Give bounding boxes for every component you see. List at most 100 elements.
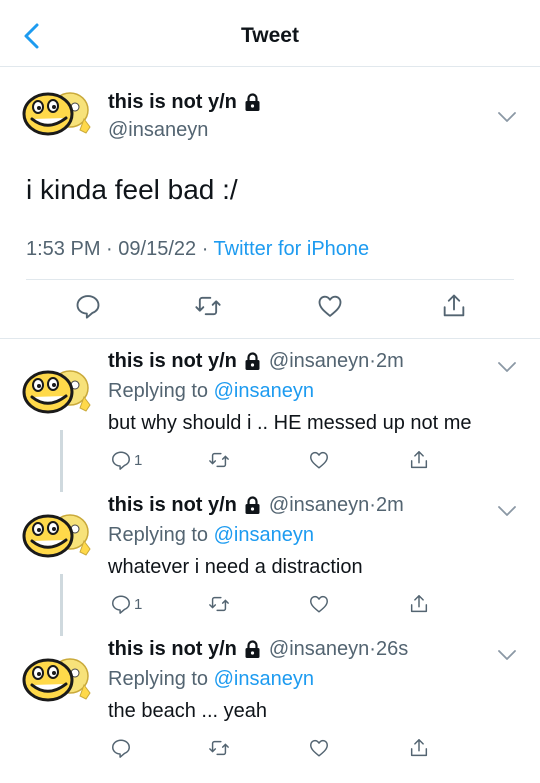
reply-tweet[interactable]: this is not y/n @insaneyn · 2m Replying … xyxy=(0,494,540,639)
tweet-time: 1:53 PM xyxy=(26,238,101,260)
share-button[interactable] xyxy=(408,448,430,472)
more-options-button[interactable] xyxy=(497,360,517,374)
tweet-text: whatever i need a distraction xyxy=(108,556,363,578)
tweet-date: 09/15/22 xyxy=(118,238,197,260)
reply-button[interactable] xyxy=(110,736,134,760)
retweet-icon xyxy=(195,296,221,316)
display-name[interactable]: this is not y/n xyxy=(108,91,237,114)
thread-line xyxy=(60,574,63,636)
tweet-source[interactable]: Twitter for iPhone xyxy=(214,238,370,260)
reply-button[interactable] xyxy=(74,292,102,320)
lock-icon xyxy=(245,496,260,514)
meta-separator: · xyxy=(106,238,119,260)
tweet-text: but why should i .. HE messed up not me xyxy=(108,412,472,434)
tweet-meta: 1:53 PM · 09/15/22 · Twitter for iPhone xyxy=(26,238,369,261)
replying-to: Replying to @insaneyn xyxy=(108,380,314,403)
share-icon xyxy=(443,294,465,317)
share-icon xyxy=(410,739,428,757)
retweet-button[interactable] xyxy=(208,448,230,472)
tweet-text: i kinda feel bad :/ xyxy=(26,174,238,205)
page-title: Tweet xyxy=(241,24,299,47)
author-row: this is not y/n @insaneyn · 2m xyxy=(108,350,404,373)
like-icon xyxy=(310,451,328,469)
chevron-down-icon xyxy=(498,506,516,516)
display-name[interactable]: this is not y/n xyxy=(108,638,237,661)
emoji-avatar-icon xyxy=(22,658,91,702)
like-button[interactable] xyxy=(308,592,330,616)
tweet-text: the beach ... yeah xyxy=(108,700,268,722)
retweet-button[interactable] xyxy=(208,736,230,760)
top-bar: Tweet xyxy=(0,0,540,67)
replying-label: Replying to xyxy=(108,380,209,402)
like-icon xyxy=(310,595,328,613)
replying-to: Replying to @insaneyn xyxy=(108,668,314,691)
time-separator: · xyxy=(369,350,376,372)
display-name[interactable]: this is not y/n xyxy=(108,494,237,517)
like-icon xyxy=(318,295,342,317)
tweet-time: 2m xyxy=(375,350,404,372)
time-separator: · xyxy=(369,494,376,516)
retweet-button[interactable] xyxy=(194,292,222,320)
avatar[interactable] xyxy=(22,364,96,420)
chevron-down-icon xyxy=(498,362,516,372)
reply-button[interactable]: 1 xyxy=(110,592,142,616)
like-button[interactable] xyxy=(308,736,330,760)
more-options-button[interactable] xyxy=(497,504,517,518)
author-row: this is not y/n @insaneyn · 2m xyxy=(108,494,404,517)
share-icon xyxy=(410,451,428,469)
reply-count: 1 xyxy=(134,595,143,613)
mention-link[interactable]: @insaneyn xyxy=(214,668,314,690)
more-options-button[interactable] xyxy=(497,110,517,124)
handle[interactable]: @insaneyn xyxy=(269,638,369,661)
chevron-down-icon xyxy=(498,112,516,122)
tweet-time: 2m xyxy=(375,494,404,516)
divider xyxy=(26,279,514,280)
lock-icon xyxy=(245,352,260,370)
emoji-avatar-icon xyxy=(22,514,91,558)
handle[interactable]: @insaneyn xyxy=(108,119,208,142)
like-button[interactable] xyxy=(316,292,344,320)
avatar[interactable] xyxy=(22,86,96,142)
reply-tweet[interactable]: this is not y/n @insaneyn · 2m Replying … xyxy=(0,350,540,495)
reply-button[interactable]: 1 xyxy=(110,448,142,472)
mention-link[interactable]: @insaneyn xyxy=(214,524,314,546)
retweet-icon xyxy=(209,452,229,468)
share-button[interactable] xyxy=(408,592,430,616)
tweet-time: 26s xyxy=(375,638,409,660)
chevron-down-icon xyxy=(498,650,516,660)
reply-icon xyxy=(112,595,130,614)
replying-label: Replying to xyxy=(108,668,209,690)
mention-link[interactable]: @insaneyn xyxy=(214,380,314,402)
reply-icon xyxy=(76,295,100,319)
thread-line xyxy=(60,430,63,492)
lock-icon xyxy=(245,93,260,111)
share-icon xyxy=(410,595,428,613)
lock-icon xyxy=(245,640,260,658)
main-tweet: this is not y/n @insaneyn i kinda feel b… xyxy=(0,66,540,339)
emoji-avatar-icon xyxy=(22,370,91,414)
retweet-icon xyxy=(209,740,229,756)
time-separator: · xyxy=(369,638,376,660)
handle[interactable]: @insaneyn xyxy=(269,494,369,517)
like-button[interactable] xyxy=(308,448,330,472)
replying-label: Replying to xyxy=(108,524,209,546)
avatar[interactable] xyxy=(22,508,96,564)
retweet-icon xyxy=(209,596,229,612)
reply-tweet[interactable]: this is not y/n @insaneyn · 26s Replying… xyxy=(0,638,540,783)
share-button[interactable] xyxy=(408,736,430,760)
retweet-button[interactable] xyxy=(208,592,230,616)
display-name[interactable]: this is not y/n xyxy=(108,350,237,373)
reply-icon xyxy=(112,451,130,470)
author-row: this is not y/n xyxy=(108,91,261,114)
reply-icon xyxy=(112,739,130,758)
emoji-avatar-icon xyxy=(22,92,91,136)
avatar[interactable] xyxy=(22,652,96,708)
more-options-button[interactable] xyxy=(497,648,517,662)
replying-to: Replying to @insaneyn xyxy=(108,524,314,547)
handle[interactable]: @insaneyn xyxy=(269,350,369,373)
meta-separator: · xyxy=(201,238,214,260)
like-icon xyxy=(310,739,328,757)
reply-count: 1 xyxy=(134,451,143,469)
author-row: this is not y/n @insaneyn · 26s xyxy=(108,638,408,661)
share-button[interactable] xyxy=(440,292,468,320)
